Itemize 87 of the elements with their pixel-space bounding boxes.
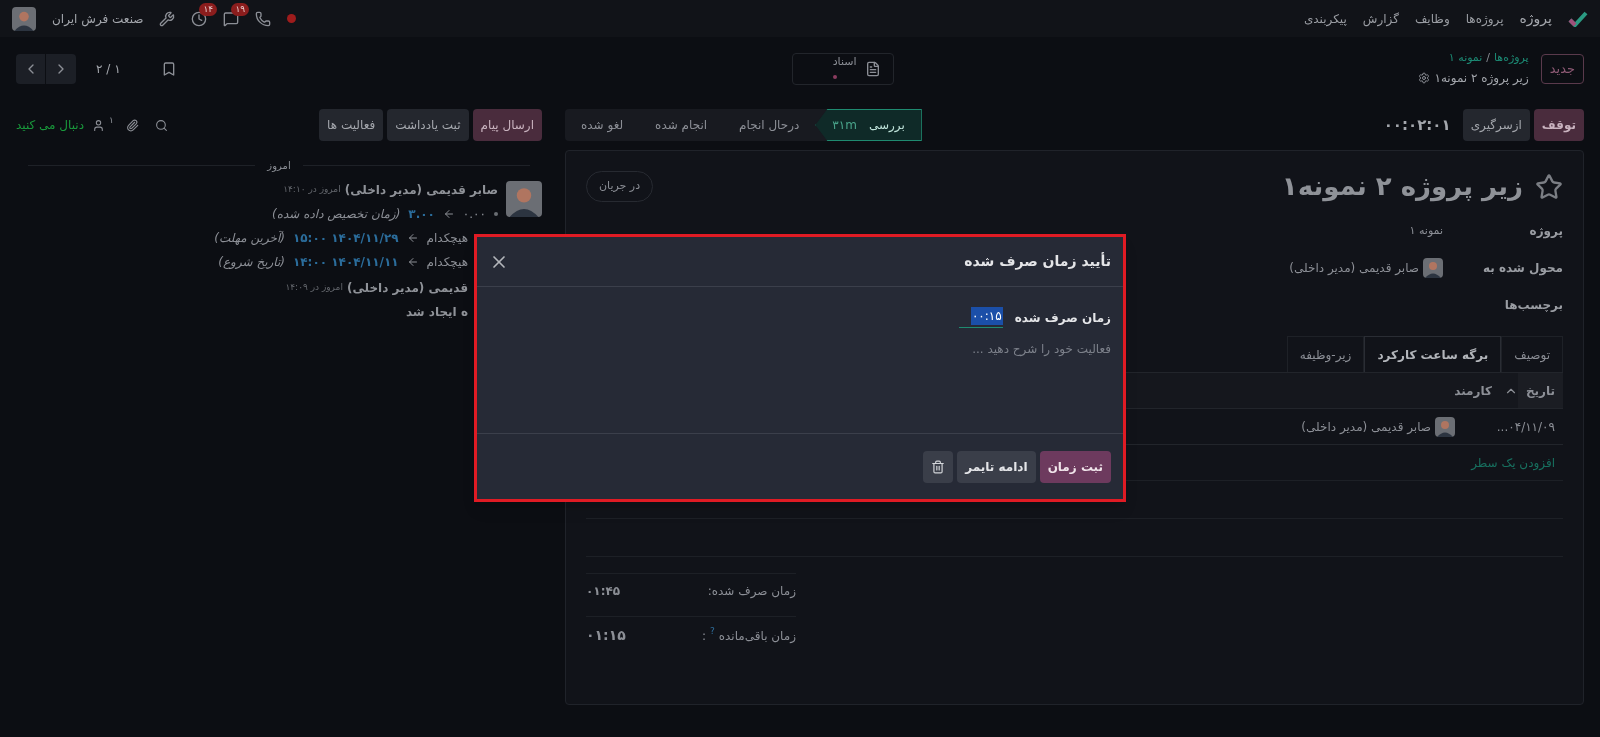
avatar [506, 181, 542, 217]
field-label: پروژه [1528, 223, 1563, 240]
chat-icon[interactable] [223, 10, 240, 27]
settings-icon[interactable] [1418, 71, 1431, 84]
field-name: (زمان تخصیص داده شده) [272, 206, 401, 223]
field-label: برچسب‌ها [1503, 297, 1563, 314]
field-value: نمونه ۱ [1409, 222, 1443, 239]
breadcrumb-link[interactable]: نمونه ۱ [1448, 50, 1483, 67]
notification-badge: ۱۹ [231, 2, 250, 16]
dialog-title: تأیید زمان صرف شده [964, 251, 1111, 272]
menu-item[interactable]: وظایف [1414, 9, 1450, 28]
message-author: قدیمی (مدیر داخلی) [346, 280, 468, 297]
menu-item[interactable]: پیکربندی [1303, 9, 1347, 28]
followers-icon[interactable] [92, 118, 105, 132]
company-name[interactable]: صنعت فرش ایران [52, 9, 144, 28]
message-author: صابر قدیمی (مدیر داخلی) [344, 182, 498, 199]
follower-count[interactable]: ۱ [109, 114, 114, 128]
avatar [12, 6, 36, 31]
trash-icon [931, 459, 946, 474]
notification-badge: ۱۴ [199, 2, 218, 16]
arrow-icon [406, 232, 419, 244]
old-value: ۰.۰۰ [462, 206, 486, 223]
resume-button[interactable]: ازسرگیری [1462, 109, 1530, 141]
save-time-button[interactable]: ثبت زمان [1039, 450, 1111, 483]
timer-value: ۰۰:۰۲:۰۱ [1383, 114, 1451, 136]
total-label: زمان صرف شده: [707, 583, 796, 600]
pager-value: ۱ / ۲ [96, 60, 121, 78]
chatter-button[interactable]: ثبت یادداشت [387, 109, 469, 141]
message-time: امروز در ۱۴:۰۹ [285, 281, 343, 295]
continue-timer-button[interactable]: ادامه تایمر [957, 450, 1036, 483]
description-field[interactable]: فعالیت خود را شرح دهید ... [489, 340, 1111, 400]
document-icon [864, 60, 881, 77]
tools-icon[interactable] [159, 10, 176, 27]
date-separator: امروز [267, 159, 291, 173]
table-cell-text: ۰۴/۱۱/۰۹... [1495, 418, 1556, 436]
tab[interactable]: زیر-وظیفه [1286, 336, 1365, 372]
table-cell-text: صابر قدیمی (مدیر داخلی) [1301, 418, 1431, 436]
stage-button[interactable]: انجام شده [639, 109, 724, 141]
stage-button[interactable]: بررسی ۳۱m [815, 109, 922, 141]
stop-button[interactable]: توقف [1533, 109, 1584, 141]
documents-button[interactable]: اسناد [791, 52, 894, 85]
new-value: ۳.۰۰ [408, 206, 435, 223]
next-button[interactable] [46, 53, 76, 84]
total-value: ۰۱:۴۵ [586, 583, 621, 600]
following-link[interactable]: دنبال می کنید [16, 116, 84, 134]
new-value: ۱۴۰۴/۱۱/۲۹ ۱۵:۰۰ [292, 230, 399, 247]
field-name: (تاریخ شروع) [218, 254, 285, 271]
avatar [1435, 416, 1455, 437]
message-body: ه ایجاد شد [404, 304, 468, 321]
total-label: زمان باقی‌مانده [718, 627, 796, 645]
message-time: امروز در ۱۴:۱۰ [283, 183, 341, 197]
column-header[interactable]: تاریخ [1517, 373, 1563, 408]
avatar [1423, 258, 1443, 278]
breadcrumb-separator: / [1486, 50, 1490, 67]
help-icon[interactable]: ? [709, 624, 715, 639]
column-header[interactable]: کارمند [1446, 381, 1500, 400]
app-name[interactable]: پروژه [1519, 8, 1552, 29]
app-logo-icon [1568, 10, 1588, 27]
new-button[interactable]: جدید [1540, 53, 1584, 84]
menu-item[interactable]: پروژه‌ها [1465, 9, 1504, 28]
previous-button[interactable] [16, 53, 46, 84]
stage-button[interactable]: درحال انجام [723, 109, 816, 141]
old-value: هیچکدام [426, 254, 468, 271]
arrow-icon [442, 208, 455, 220]
breadcrumb-link[interactable]: پروژه‌ها [1494, 50, 1529, 67]
phone-icon[interactable] [255, 10, 272, 27]
new-value: ۱۴۰۴/۱۱/۱۱ ۱۴:۰۰ [292, 254, 399, 271]
field-label: زمان صرف شده [1014, 309, 1111, 327]
menu-item[interactable]: گزارش [1362, 9, 1399, 28]
field-name: (آخرین مهلت) [214, 230, 285, 247]
old-value: هیچکدام [426, 230, 468, 247]
stage-button[interactable]: لغو شده [565, 109, 640, 141]
arrow-icon [406, 256, 419, 268]
field-value: صابر قدیمی (مدیر داخلی) [1289, 260, 1419, 277]
record-title: زیر پروژه ۲ نمونه۱ [1281, 170, 1523, 204]
clock-icon[interactable] [191, 10, 208, 27]
favorite-star-icon[interactable] [1535, 172, 1563, 201]
paperclip-icon[interactable] [125, 118, 139, 132]
search-icon[interactable] [154, 118, 168, 132]
delete-button[interactable] [923, 450, 954, 483]
total-value: ۰۱:۱۵ [586, 626, 626, 645]
record-name: زیر پروژه ۲ نمونه۱ [1434, 69, 1529, 87]
field-label: محول شده به [1482, 260, 1563, 277]
tab[interactable]: برگه ساعت کارکرد [1364, 336, 1502, 372]
colon: : [701, 627, 706, 645]
chatter-button[interactable]: فعالیت ها [319, 109, 384, 141]
chatter-button[interactable]: ارسال پیام [472, 109, 542, 141]
